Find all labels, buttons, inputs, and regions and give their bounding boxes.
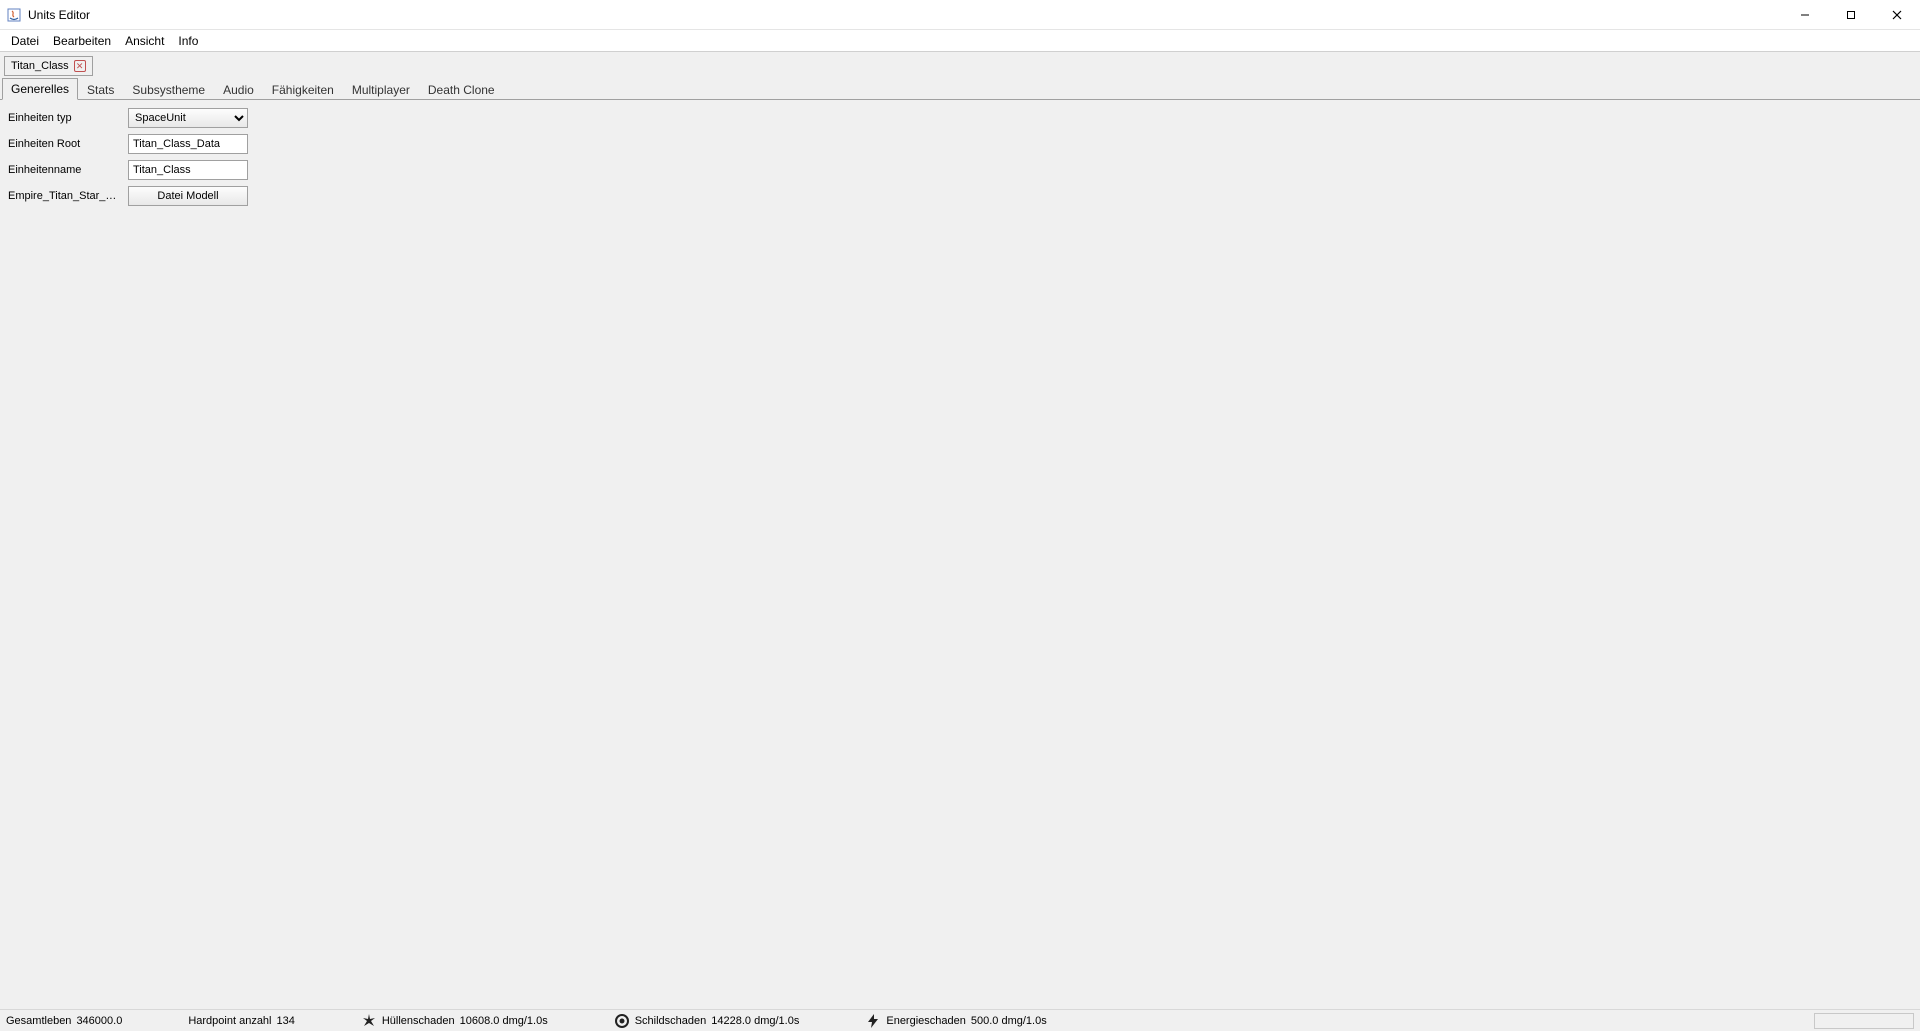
content-panel-generelles: Einheiten typ SpaceUnit Einheiten Root E… xyxy=(0,100,1920,1009)
statusbar: Gesamtleben 346000.0 Hardpoint anzahl 13… xyxy=(0,1009,1920,1031)
button-datei-modell[interactable]: Datei Modell xyxy=(128,186,248,206)
menu-datei[interactable]: Datei xyxy=(4,32,46,50)
status-huellenschaden-value: 10608.0 dmg/1.0s xyxy=(460,1015,548,1027)
tab-multiplayer[interactable]: Multiplayer xyxy=(343,79,419,100)
menu-info[interactable]: Info xyxy=(171,32,205,50)
document-tab-titan-class[interactable]: Titan_Class ✕ xyxy=(4,56,93,76)
status-schildschaden-value: 14228.0 dmg/1.0s xyxy=(711,1015,799,1027)
status-hardpoint: Hardpoint anzahl 134 xyxy=(188,1015,295,1027)
maximize-button[interactable] xyxy=(1828,0,1874,29)
tab-subsystheme[interactable]: Subsystheme xyxy=(123,79,214,100)
status-gesamtleben-label: Gesamtleben xyxy=(6,1015,71,1027)
close-icon xyxy=(1892,10,1902,20)
menu-bearbeiten[interactable]: Bearbeiten xyxy=(46,32,118,50)
menu-ansicht[interactable]: Ansicht xyxy=(118,32,171,50)
tab-audio[interactable]: Audio xyxy=(214,79,263,100)
tab-death-clone[interactable]: Death Clone xyxy=(419,79,504,100)
minimize-icon xyxy=(1800,10,1810,20)
status-gesamtleben: Gesamtleben 346000.0 xyxy=(6,1015,122,1027)
status-hardpoint-value: 134 xyxy=(277,1015,295,1027)
row-einheitenname: Einheitenname xyxy=(8,158,1912,182)
property-tabs: Generelles Stats Subsystheme Audio Fähig… xyxy=(0,76,1920,100)
label-datei-modell: Empire_Titan_Star_Des... xyxy=(8,190,128,202)
tab-stats[interactable]: Stats xyxy=(78,79,123,100)
status-hardpoint-label: Hardpoint anzahl xyxy=(188,1015,271,1027)
java-app-icon xyxy=(6,7,22,23)
tab-faehigkeiten[interactable]: Fähigkeiten xyxy=(263,79,343,100)
minimize-button[interactable] xyxy=(1782,0,1828,29)
status-schildschaden: Schildschaden 14228.0 dmg/1.0s xyxy=(614,1013,800,1029)
document-tabs: Titan_Class ✕ xyxy=(0,52,1920,76)
shield-damage-icon xyxy=(614,1013,630,1029)
status-huellenschaden: Hüllenschaden 10608.0 dmg/1.0s xyxy=(361,1013,548,1029)
status-energieschaden-label: Energieschaden xyxy=(886,1015,966,1027)
label-einheiten-typ: Einheiten typ xyxy=(8,112,128,124)
document-tab-close-icon[interactable]: ✕ xyxy=(74,60,86,72)
row-einheiten-root: Einheiten Root xyxy=(8,132,1912,156)
close-button[interactable] xyxy=(1874,0,1920,29)
status-huellenschaden-label: Hüllenschaden xyxy=(382,1015,455,1027)
label-einheitenname: Einheitenname xyxy=(8,164,128,176)
hull-damage-icon xyxy=(361,1013,377,1029)
window-title: Units Editor xyxy=(28,8,90,22)
status-schildschaden-label: Schildschaden xyxy=(635,1015,707,1027)
maximize-icon xyxy=(1846,10,1856,20)
window-controls xyxy=(1782,0,1920,29)
app-window: Units Editor Datei Bearbeit xyxy=(0,0,1920,1031)
select-einheiten-typ[interactable]: SpaceUnit xyxy=(128,108,248,128)
label-einheiten-root: Einheiten Root xyxy=(8,138,128,150)
row-datei-modell: Empire_Titan_Star_Des... Datei Modell xyxy=(8,184,1912,208)
energy-damage-icon xyxy=(865,1013,881,1029)
status-energieschaden-value: 500.0 dmg/1.0s xyxy=(971,1015,1047,1027)
document-tab-label: Titan_Class xyxy=(11,60,69,72)
menubar: Datei Bearbeiten Ansicht Info xyxy=(0,30,1920,52)
row-einheiten-typ: Einheiten typ SpaceUnit xyxy=(8,106,1912,130)
status-gesamtleben-value: 346000.0 xyxy=(76,1015,122,1027)
input-einheiten-root[interactable] xyxy=(128,134,248,154)
tab-generelles[interactable]: Generelles xyxy=(2,78,78,100)
statusbar-end-box xyxy=(1814,1013,1914,1029)
titlebar: Units Editor xyxy=(0,0,1920,30)
input-einheitenname[interactable] xyxy=(128,160,248,180)
status-energieschaden: Energieschaden 500.0 dmg/1.0s xyxy=(865,1013,1046,1029)
